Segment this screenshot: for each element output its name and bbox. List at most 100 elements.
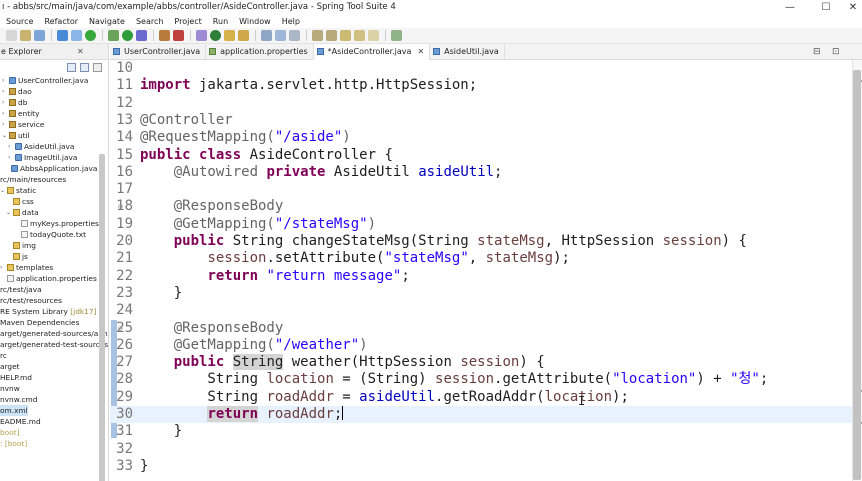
toggle-mark-occurrences-icon[interactable]: [261, 30, 272, 41]
fold-toggle-icon[interactable]: ⊖: [118, 320, 123, 337]
tree-item[interactable]: › service: [0, 119, 108, 130]
tree-item[interactable]: › templates: [0, 262, 108, 273]
new-java-project-icon[interactable]: [159, 30, 170, 41]
menu-project[interactable]: Project: [168, 17, 206, 26]
code-line[interactable]: 25 ⊖ @ResponseBody: [110, 320, 852, 337]
collapse-arrow-icon[interactable]: ›: [8, 152, 10, 163]
boot-dashboard-icon[interactable]: [85, 30, 96, 41]
tree-item[interactable]: HELP.md: [0, 372, 108, 383]
collapse-arrow-icon[interactable]: ›: [0, 262, 2, 273]
code-line[interactable]: 10: [110, 60, 852, 77]
minimize-button[interactable]: —: [778, 0, 802, 14]
tree-item[interactable]: RE System Library [jdk17]: [0, 306, 108, 317]
tree-item[interactable]: rc/test/java: [0, 284, 108, 295]
tree-item[interactable]: application.properties: [0, 273, 108, 284]
tree-item[interactable]: EADME.md: [0, 416, 108, 427]
tree-item[interactable]: › dao: [0, 86, 108, 97]
code-line[interactable]: 31 }: [110, 423, 852, 440]
tree-item[interactable]: arget/generated-test-sources/: [0, 339, 108, 350]
tree-item[interactable]: arget: [0, 361, 108, 372]
minimize-editor-icon[interactable]: ⊟: [813, 47, 821, 57]
code-line[interactable]: 12: [110, 95, 852, 112]
tree-item[interactable]: img: [0, 240, 108, 251]
code-line[interactable]: 19 @GetMapping("/stateMsg"): [110, 216, 852, 233]
tree-item[interactable]: : [boot]: [0, 438, 108, 449]
back-icon[interactable]: [354, 30, 365, 41]
editor-scrollbar[interactable]: [853, 70, 861, 480]
tree-item[interactable]: Maven Dependencies: [0, 317, 108, 328]
tree-item[interactable]: › db: [0, 97, 108, 108]
new-package-icon[interactable]: [173, 30, 184, 41]
code-line[interactable]: 23 }: [110, 285, 852, 302]
tree-item[interactable]: ⌄ data: [0, 207, 108, 218]
close-icon[interactable]: ✕: [77, 47, 84, 56]
collapse-arrow-icon[interactable]: ›: [2, 119, 4, 130]
search-icon[interactable]: [238, 30, 249, 41]
menu-run[interactable]: Run: [207, 17, 233, 26]
tab-application-properties[interactable]: application.properties: [206, 43, 314, 60]
tree-item[interactable]: js: [0, 251, 108, 262]
tree-item[interactable]: nvnw: [0, 383, 108, 394]
collapse-arrow-icon[interactable]: ›: [2, 75, 4, 86]
tree-item[interactable]: › ImageUtil.java: [0, 152, 108, 163]
expand-arrow-icon[interactable]: ⌄: [2, 130, 7, 141]
new-class-icon[interactable]: [196, 30, 207, 41]
expand-arrow-icon[interactable]: ⌄: [6, 207, 11, 218]
spring-icon[interactable]: [210, 30, 221, 41]
collapse-arrow-icon[interactable]: ›: [2, 86, 4, 97]
tree-item[interactable]: myKeys.properties: [0, 218, 108, 229]
close-icon[interactable]: ✕: [417, 47, 424, 56]
code-line[interactable]: 14 @RequestMapping("/aside"): [110, 129, 852, 146]
code-line[interactable]: 32: [110, 441, 852, 458]
tree-item[interactable]: arget/generated-sources/anno: [0, 328, 108, 339]
tree-item[interactable]: css: [0, 196, 108, 207]
tree-item[interactable]: om.xml: [0, 405, 108, 416]
window-icon[interactable]: [71, 30, 82, 41]
open-type-icon[interactable]: [224, 30, 235, 41]
code-line[interactable]: 17: [110, 181, 852, 198]
expand-arrow-icon[interactable]: ⌄: [0, 185, 5, 196]
maximize-editor-icon[interactable]: ⊡: [832, 47, 840, 57]
last-edit-location-icon[interactable]: [340, 30, 351, 41]
tree-item[interactable]: ⌄ static: [0, 185, 108, 196]
code-line[interactable]: 16 @Autowired private AsideUtil asideUti…: [110, 164, 852, 181]
tree-item[interactable]: todayQuote.txt: [0, 229, 108, 240]
toggle-block-selection-icon[interactable]: [275, 30, 286, 41]
tree-item[interactable]: › UserController.java: [0, 75, 108, 86]
collapse-arrow-icon[interactable]: ›: [2, 97, 4, 108]
terminal-icon[interactable]: [57, 30, 68, 41]
code-line[interactable]: 20 public String changeStateMsg(String s…: [110, 233, 852, 250]
menu-refactor[interactable]: Refactor: [38, 17, 83, 26]
run-icon[interactable]: [122, 30, 133, 41]
menu-search[interactable]: Search: [130, 17, 168, 26]
code-editor[interactable]: 10 11 import jakarta.servlet.http.HttpSess…: [110, 60, 852, 481]
code-line[interactable]: 24: [110, 302, 852, 319]
tree-item[interactable]: AbbsApplication.java: [0, 163, 108, 174]
code-line[interactable]: 18 ⊖ @ResponseBody: [110, 198, 852, 215]
debug-icon[interactable]: [108, 30, 119, 41]
view-menu-icon[interactable]: [93, 63, 102, 72]
tab-aside-util[interactable]: AsideUtil.java: [430, 43, 505, 60]
next-annotation-icon[interactable]: [312, 30, 323, 41]
code-line[interactable]: 21 session.setAttribute("stateMsg", stat…: [110, 250, 852, 267]
code-line[interactable]: 11 import jakarta.servlet.http.HttpSessio…: [110, 77, 852, 94]
collapse-all-icon[interactable]: [67, 63, 76, 72]
new-icon[interactable]: [6, 30, 17, 41]
fold-toggle-icon[interactable]: ⊖: [118, 198, 123, 215]
open-icon[interactable]: [20, 30, 31, 41]
menu-navigate[interactable]: Navigate: [83, 17, 130, 26]
code-line[interactable]: 15 public class AsideController {: [110, 147, 852, 164]
code-line[interactable]: 30 return roadAddr;: [110, 406, 852, 424]
show-whitespace-icon[interactable]: [289, 30, 300, 41]
code-line[interactable]: 22 return "return message";: [110, 268, 852, 285]
maximize-button[interactable]: ☐: [814, 0, 838, 14]
tree-item[interactable]: boot]: [0, 427, 108, 438]
tab-aside-controller[interactable]: *AsideController.java ✕: [313, 43, 431, 60]
code-line[interactable]: 29 String roadAddr = asideUtil.getRoadAd…: [110, 389, 852, 406]
collapse-arrow-icon[interactable]: ›: [8, 141, 10, 152]
menu-help[interactable]: Help: [276, 17, 305, 26]
save-icon[interactable]: [34, 30, 45, 41]
tree-item[interactable]: rc/main/resources: [0, 174, 108, 185]
code-line[interactable]: 26 @GetMapping("/weather"): [110, 337, 852, 354]
previous-annotation-icon[interactable]: [326, 30, 337, 41]
